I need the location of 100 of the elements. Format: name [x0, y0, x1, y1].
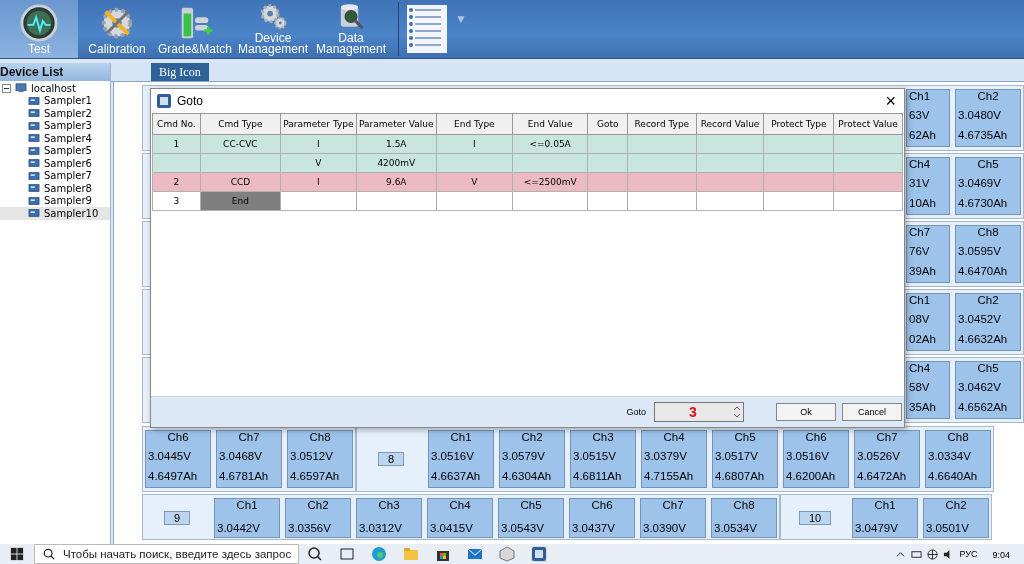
capacity-value: 4.6200Ah: [786, 469, 837, 483]
dialog-title: Goto: [177, 94, 203, 108]
voltage-value: 3.0534V: [714, 521, 758, 535]
toolbar-button[interactable]: Data Management: [312, 0, 390, 58]
voltage-value: 76V: [909, 244, 931, 258]
channel-card[interactable]: Ch5 3.0462V 4.6562Ah: [955, 361, 1021, 419]
channel-name: Ch2: [307, 499, 329, 511]
channel-card[interactable]: Ch1 3.0442V: [214, 498, 280, 538]
globe-icon[interactable]: [927, 548, 939, 560]
channel-card[interactable]: Ch2 3.0501V: [923, 498, 989, 538]
voltage-value: 3.0512V: [290, 449, 334, 463]
mail-icon[interactable]: [467, 546, 483, 562]
capacity-value: 4.7155Ah: [644, 469, 695, 483]
channel-card[interactable]: Ch4 31V 10Ah: [906, 157, 950, 215]
windows-start-icon[interactable]: [10, 547, 24, 561]
channel-card[interactable]: Ch5 3.0517V 4.6807Ah: [712, 430, 778, 488]
channel-card[interactable]: Ch8 3.0595V 4.6470Ah: [955, 225, 1021, 283]
channel-card[interactable]: Ch4 3.0379V 4.7155Ah: [641, 430, 707, 488]
toolbar-button[interactable]: Grade&Match: [156, 0, 234, 58]
browser-icon[interactable]: [371, 546, 387, 562]
channel-name: Ch2: [977, 294, 999, 306]
app-icon[interactable]: [531, 546, 547, 562]
channel-card[interactable]: Ch3 3.0312V: [356, 498, 422, 538]
channel-name: Ch4: [909, 158, 931, 170]
channel-card[interactable]: Ch6 3.0437V: [569, 498, 635, 538]
channel-card[interactable]: Ch5 3.0469V 4.6730Ah: [955, 157, 1021, 215]
tree-item[interactable]: Sampler6: [0, 157, 110, 170]
channel-name: Ch2: [977, 90, 999, 102]
voltage-value: 3.0379V: [644, 449, 688, 463]
channel-card[interactable]: Ch6 3.0516V 4.6200Ah: [783, 430, 849, 488]
channel-card[interactable]: Ch7 3.0468V 4.6781Ah: [216, 430, 282, 488]
tree-item[interactable]: Sampler4: [0, 132, 110, 145]
channel-card[interactable]: Ch6 3.0445V 4.6497Ah: [145, 430, 211, 488]
goto-label: Goto: [626, 407, 646, 417]
capacity-value: 4.6597Ah: [290, 469, 341, 483]
goto-spinbox[interactable]: 3: [654, 402, 744, 422]
tree-item[interactable]: Sampler2: [0, 107, 110, 120]
ok-button[interactable]: Ok: [776, 403, 836, 421]
capacity-value: 4.6632Ah: [958, 332, 1009, 346]
panel-title: Device List: [0, 63, 110, 81]
channel-name: Ch8: [947, 431, 969, 443]
table-cell: 1.5A: [356, 134, 437, 154]
capacity-value: 4.6497Ah: [148, 469, 199, 483]
channel-card[interactable]: Ch8 3.0512V 4.6597Ah: [287, 430, 353, 488]
channel-card[interactable]: Ch5 3.0543V: [498, 498, 564, 538]
table-cell: 1: [152, 134, 201, 154]
channel-name: Ch8: [977, 226, 999, 238]
channel-card[interactable]: Ch1 3.0516V 4.6637Ah: [428, 430, 494, 488]
language-indicator[interactable]: РУС: [959, 549, 978, 559]
channel-card[interactable]: Ch8 3.0534V: [711, 498, 777, 538]
tree-item[interactable]: Sampler5: [0, 144, 110, 157]
channel-card[interactable]: Ch2 3.0579V 4.6304Ah: [499, 430, 565, 488]
channel-name: Ch7: [238, 431, 260, 443]
tree-item[interactable]: localhost: [0, 82, 110, 95]
tree-item[interactable]: Sampler8: [0, 182, 110, 195]
tree-item[interactable]: Sampler3: [0, 119, 110, 132]
table-cell: [696, 172, 764, 192]
channel-card[interactable]: Ch1 08V 02Ah: [906, 293, 950, 351]
column-header: Protect Type: [763, 113, 834, 135]
table-cell: [763, 134, 834, 154]
tree-item[interactable]: Sampler9: [0, 194, 110, 207]
voltage-value: 3.0479V: [855, 521, 899, 535]
close-button[interactable]: ×: [877, 92, 904, 110]
box-icon[interactable]: [499, 546, 515, 562]
channel-card[interactable]: Ch8 3.0334V 4.6640Ah: [925, 430, 991, 488]
channel-card[interactable]: Ch7 76V 39Ah: [906, 225, 950, 283]
tab[interactable]: Big Icon: [151, 63, 209, 81]
channel-card[interactable]: Ch7 3.0526V 4.6472Ah: [854, 430, 920, 488]
device-icon: [28, 133, 40, 144]
channel-name: Ch6: [591, 499, 613, 511]
toolbar-button[interactable]: Calibration: [78, 0, 156, 58]
device-icon: [28, 120, 40, 131]
tree-item[interactable]: Sampler7: [0, 169, 110, 182]
table-cell: CC-CVC: [200, 134, 281, 154]
channel-card[interactable]: Ch3 3.0515V 4.6811Ah: [570, 430, 636, 488]
cancel-button[interactable]: Cancel: [842, 403, 902, 421]
channel-card[interactable]: Ch7 3.0390V: [640, 498, 706, 538]
channel-card[interactable]: Ch2 3.0356V: [285, 498, 351, 538]
channel-card[interactable]: Ch2 3.0480V 4.6735Ah: [955, 89, 1021, 147]
voltage-value: 3.0516V: [431, 449, 475, 463]
toolbar-button[interactable]: Device Management: [234, 0, 312, 58]
device-icon: [28, 183, 40, 194]
device-icon: [28, 158, 40, 169]
channel-card[interactable]: Ch2 3.0452V 4.6632Ah: [955, 293, 1021, 351]
tree-item[interactable]: Sampler10: [0, 207, 110, 220]
collapse-icon[interactable]: [2, 83, 11, 93]
table-cell: CCD: [200, 172, 281, 192]
channel-name: Ch1: [909, 90, 931, 102]
tree-item[interactable]: Sampler1: [0, 94, 110, 107]
channel-card[interactable]: Ch1 63V 62Ah: [906, 89, 950, 147]
table-cell: [696, 191, 764, 211]
channel-card[interactable]: Ch4 3.0415V: [427, 498, 493, 538]
table-cell: [763, 153, 834, 173]
channel-card[interactable]: Ch1 3.0479V: [852, 498, 918, 538]
taskbar-search-field[interactable]: Чтобы начать поиск, введите здесь запрос: [34, 544, 299, 564]
channel-name: Ch4: [663, 431, 685, 443]
channel-card[interactable]: Ch4 58V 35Ah: [906, 361, 950, 419]
clock[interactable]: 9:04: [992, 550, 1010, 560]
table-cell: [152, 153, 201, 173]
menu-thumbnail-icon[interactable]: [407, 5, 447, 53]
